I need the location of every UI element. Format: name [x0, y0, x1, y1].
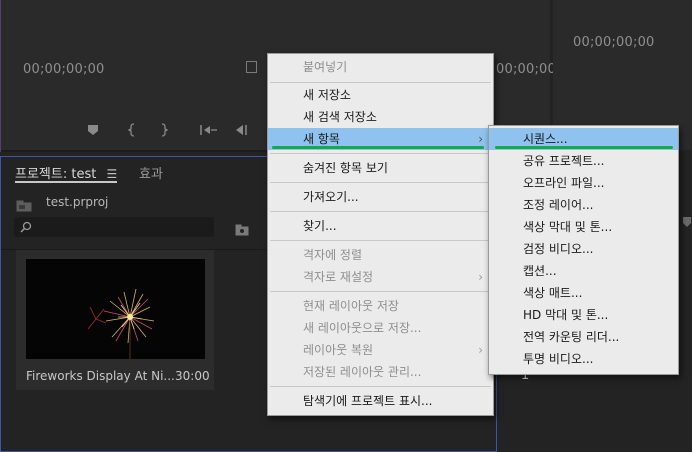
- submenu-item-label: 검정 비디오...: [523, 242, 594, 256]
- menu-item-label: 새 레이아웃으로 저장...: [303, 321, 422, 335]
- menu-item-label: 격자로 재설정: [303, 270, 374, 284]
- menu-item-label: 찾기...: [303, 219, 337, 233]
- menu-item-label: 새 저장소: [303, 88, 351, 102]
- submenu-item-label: HD 막대 및 톤...: [523, 308, 609, 322]
- menu-item-label: 숨겨진 항목 보기: [303, 161, 388, 175]
- tab-project-label: 프로젝트: test: [15, 167, 97, 182]
- add-marker-icon[interactable]: [87, 124, 99, 139]
- submenu-item-label: 색상 막대 및 톤...: [523, 220, 613, 234]
- context-menu: 붙여넣기 새 저장소 새 검색 저장소 새 항목 › 숨겨진 항목 보기 가져오…: [267, 53, 494, 416]
- menu-item-find[interactable]: 찾기...: [268, 215, 493, 237]
- clip-name: Fireworks Display At Ni...: [26, 369, 175, 383]
- submenu-item-label: 공유 프로젝트...: [523, 154, 605, 168]
- menu-separator: [270, 291, 491, 292]
- menu-item-manage-layouts[interactable]: 저장된 레이아웃 관리...: [268, 361, 493, 383]
- menu-separator: [270, 211, 491, 212]
- submenu-item-label: 전역 카운팅 리더...: [523, 330, 620, 344]
- highlight-underline: [495, 146, 673, 149]
- menu-item-new-bin[interactable]: 새 저장소: [268, 84, 493, 106]
- search-icon: [20, 221, 32, 233]
- menu-item-reset-to-grid[interactable]: 격자로 재설정 ›: [268, 266, 493, 288]
- submenu-item-label: 조정 레이어...: [523, 198, 594, 212]
- submenu-item-captions[interactable]: 캡션...: [489, 260, 678, 282]
- mark-out-icon[interactable]: [159, 123, 169, 140]
- submenu-item-offline-file[interactable]: 오프라인 파일...: [489, 172, 678, 194]
- submenu-item-label: 캡션...: [523, 264, 557, 278]
- menu-separator: [270, 240, 491, 241]
- submenu-item-shared-project[interactable]: 공유 프로젝트...: [489, 150, 678, 172]
- step-back-icon[interactable]: [235, 124, 249, 139]
- menu-item-label: 새 항목: [303, 132, 340, 146]
- settings-icon[interactable]: [246, 61, 257, 73]
- menu-item-label: 가져오기...: [303, 190, 359, 204]
- submenu-item-label: 오프라인 파일...: [523, 176, 605, 190]
- menu-item-paste[interactable]: 붙여넣기: [268, 56, 493, 78]
- menu-item-label: 저장된 레이아웃 관리...: [303, 365, 422, 379]
- menu-item-label: 레이아웃 복원: [303, 343, 374, 357]
- clip-thumbnail[interactable]: [26, 259, 205, 359]
- submenu-item-hd-bars-and-tone[interactable]: HD 막대 및 톤...: [489, 304, 678, 326]
- submenu-item-label: 색상 매트...: [523, 286, 583, 300]
- menu-item-label: 새 검색 저장소: [303, 110, 377, 124]
- project-file-name: test.prproj: [46, 195, 109, 209]
- menu-item-save-current-layout[interactable]: 현재 레이아웃 저장: [268, 295, 493, 317]
- menu-item-import[interactable]: 가져오기...: [268, 186, 493, 208]
- fireworks-thumbnail-image: [26, 259, 205, 359]
- mark-in-icon[interactable]: [127, 123, 138, 140]
- menu-separator: [270, 386, 491, 387]
- go-to-in-icon[interactable]: [200, 124, 218, 139]
- active-tab-underline: [15, 181, 117, 183]
- submenu-item-transparent-video[interactable]: 투명 비디오...: [489, 348, 678, 370]
- tab-effects[interactable]: 효과: [139, 163, 163, 182]
- submenu-item-universal-counting-leader[interactable]: 전역 카운팅 리더...: [489, 326, 678, 348]
- highlight-underline: [272, 146, 484, 149]
- submenu-item-adjustment-layer[interactable]: 조정 레이어...: [489, 194, 678, 216]
- menu-separator: [270, 82, 491, 83]
- menu-item-restore-layout[interactable]: 레이아웃 복원 ›: [268, 339, 493, 361]
- submenu-item-bars-and-tone[interactable]: 색상 막대 및 톤...: [489, 216, 678, 238]
- menu-item-new-search-bin[interactable]: 새 검색 저장소: [268, 106, 493, 128]
- menu-item-label: 격자에 정렬: [303, 248, 363, 262]
- clip-duration: 30:00: [175, 369, 210, 383]
- submenu-item-color-matte[interactable]: 색상 매트...: [489, 282, 678, 304]
- menu-item-align-to-grid[interactable]: 격자에 정렬: [268, 244, 493, 266]
- submenu-arrow-icon: ›: [478, 270, 483, 284]
- menu-item-label: 탐색기에 프로젝트 표시...: [303, 394, 433, 408]
- panel-menu-icon[interactable]: ☰: [106, 167, 117, 181]
- submenu-item-label: 시퀀스...: [523, 132, 568, 146]
- menu-item-save-as-new-layout[interactable]: 새 레이아웃으로 저장...: [268, 317, 493, 339]
- menu-item-label: 현재 레이아웃 저장: [303, 299, 399, 313]
- submenu-item-black-video[interactable]: 검정 비디오...: [489, 238, 678, 260]
- timeline-marker-icon: [682, 213, 692, 227]
- new-item-submenu: 시퀀스... 공유 프로젝트... 오프라인 파일... 조정 레이어... 색…: [488, 125, 679, 375]
- menu-item-label: 붙여넣기: [303, 60, 348, 74]
- project-file-icon: [16, 197, 32, 216]
- menu-separator: [270, 153, 491, 154]
- menu-item-show-hidden[interactable]: 숨겨진 항목 보기: [268, 157, 493, 179]
- new-search-bin-icon[interactable]: [235, 221, 249, 240]
- source-timecode[interactable]: 00;00;00;00: [23, 62, 105, 77]
- submenu-item-label: 투명 비디오...: [523, 352, 594, 366]
- submenu-arrow-icon: ›: [478, 343, 483, 357]
- menu-item-reveal-in-explorer[interactable]: 탐색기에 프로젝트 표시...: [268, 390, 493, 412]
- program-timecode[interactable]: 00;00;00;00: [573, 35, 655, 50]
- search-input[interactable]: [14, 217, 214, 237]
- tab-project[interactable]: 프로젝트: test ☰: [15, 163, 117, 182]
- menu-separator: [270, 182, 491, 183]
